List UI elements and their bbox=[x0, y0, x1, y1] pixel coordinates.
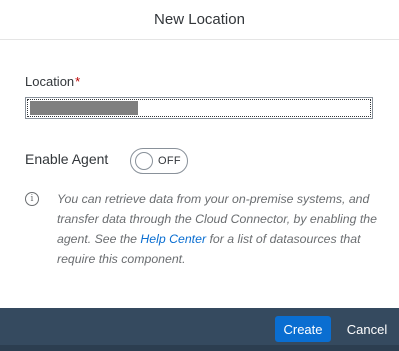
info-icon: i bbox=[25, 192, 39, 206]
new-location-dialog: New Location Location* ████████████ Enab… bbox=[0, 0, 399, 351]
cancel-button[interactable]: Cancel bbox=[339, 316, 395, 342]
location-label: Location* bbox=[25, 74, 80, 89]
background-strip bbox=[0, 345, 399, 351]
location-input[interactable]: ████████████ bbox=[25, 97, 373, 119]
info-message: You can retrieve data from your on-premi… bbox=[57, 189, 377, 269]
switch-state-text: OFF bbox=[158, 155, 181, 167]
location-label-text: Location bbox=[25, 74, 75, 89]
location-input-value: ████████████ bbox=[30, 101, 139, 115]
switch-knob bbox=[135, 152, 153, 170]
enable-agent-label: Enable Agent bbox=[25, 151, 109, 167]
required-marker: * bbox=[75, 74, 81, 89]
dialog-title: New Location bbox=[154, 11, 245, 28]
help-center-link[interactable]: Help Center bbox=[140, 232, 206, 246]
create-button[interactable]: Create bbox=[275, 316, 331, 342]
dialog-header: New Location bbox=[0, 0, 399, 40]
enable-agent-switch[interactable]: OFF bbox=[130, 148, 188, 174]
